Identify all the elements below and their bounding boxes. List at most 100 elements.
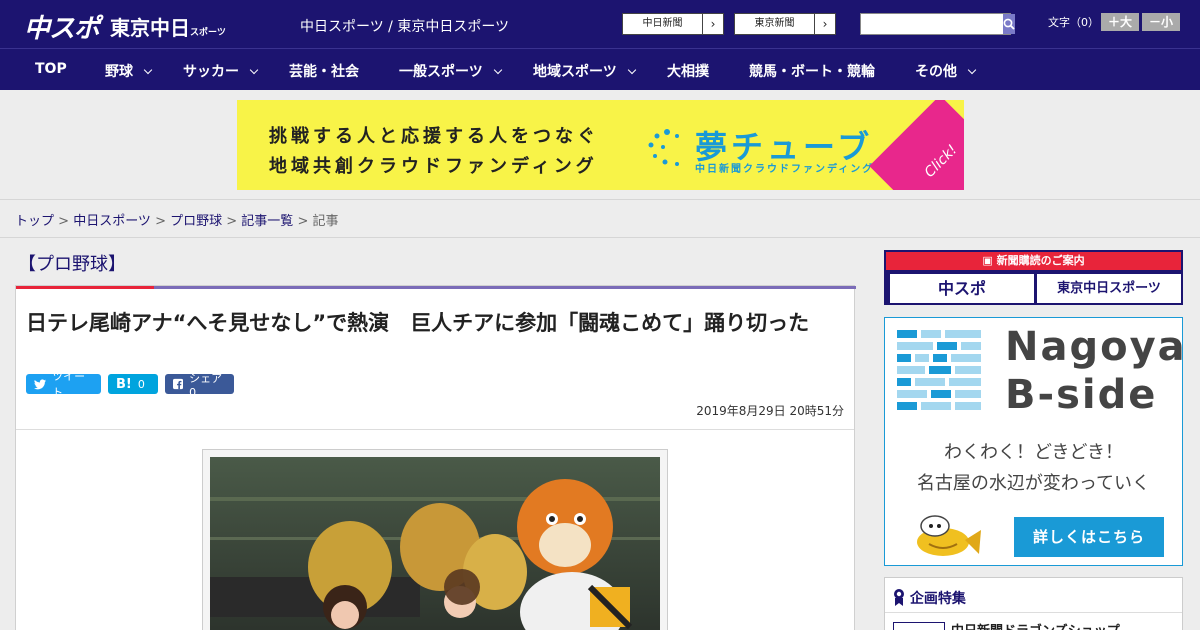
breadcrumb-article-list[interactable]: 記事一覧 — [241, 214, 293, 229]
dots-logo-icon — [648, 129, 679, 166]
feature-divider — [885, 612, 1182, 613]
breadcrumb-sep: > — [54, 214, 74, 229]
article-top-bar-accent — [16, 286, 154, 289]
tweet-label: ツイート — [52, 370, 86, 399]
subscription-header-label: 新聞購読のご案内 — [996, 254, 1085, 267]
chevron-down-icon — [967, 65, 977, 75]
breadcrumb-chuspo[interactable]: 中日スポーツ — [73, 214, 151, 229]
click-label: Click! — [921, 141, 961, 181]
nav-label: 芸能・社会 — [289, 64, 359, 80]
nav-item-entertainment[interactable]: 芸能・社会 — [289, 61, 359, 81]
search-button[interactable] — [1003, 14, 1015, 34]
bside-grid-logo-icon — [897, 330, 981, 410]
hatena-count: 0 — [137, 377, 145, 391]
font-size-label: 文字（0） — [1048, 16, 1099, 29]
article-category: 【プロ野球】 — [18, 254, 126, 275]
nav-label: 野球 — [105, 64, 133, 80]
feature-thumbnail[interactable] — [893, 622, 945, 630]
ext-link-label: 中日新聞 — [623, 14, 703, 34]
subscribe-chuspo-button[interactable]: 中スポ — [890, 274, 1034, 303]
feature-header-label: 企画特集 — [909, 591, 966, 607]
nav-item-sumo[interactable]: 大相撲 — [667, 61, 709, 81]
hatena-icon: B! — [116, 376, 132, 392]
bside-more-button[interactable]: 詳しくはこちら — [1014, 517, 1164, 557]
search-box — [860, 13, 1015, 35]
article-photo-frame — [202, 449, 668, 630]
chuspo-logo[interactable]: 中スポ — [24, 8, 100, 45]
feature-header: 企画特集 — [893, 588, 966, 608]
nav-label: 地域スポーツ — [533, 64, 617, 80]
chevron-down-icon — [143, 65, 153, 75]
chevron-down-icon — [249, 65, 259, 75]
bside-title-line2: B-side — [1005, 372, 1158, 418]
chunichi-shimbun-link[interactable]: 中日新聞 › — [622, 13, 724, 35]
twitter-bird-icon — [34, 378, 47, 389]
facebook-share-button[interactable]: シェア 0 — [165, 372, 234, 399]
nav-item-soccer[interactable]: サッカー — [183, 61, 259, 81]
article-title: 日テレ尾崎アナ“へそ見せなし”で熱演 巨人チアに参加「闘魂こめて」踊り切った — [26, 311, 810, 335]
bside-copy-line2: 名古屋の水辺が変わっていく — [916, 473, 1151, 494]
nav-label: 競馬・ボート・競輪 — [749, 64, 875, 80]
nav-item-top[interactable]: TOP — [35, 61, 67, 77]
subscription-header: ▣ 新聞購読のご案内 — [886, 252, 1181, 270]
chevron-right-icon: › — [822, 17, 828, 31]
breadcrumb-sep: > — [150, 214, 171, 229]
facebook-share-label: シェア 0 — [189, 371, 223, 399]
nav-item-racing[interactable]: 競馬・ボート・競輪 — [749, 61, 875, 81]
banner-area: 挑戦する人と応援する人をつなぐ 地域共創クラウドファンディング 夢チューブ 中日… — [0, 90, 1200, 200]
breadcrumb-top[interactable]: トップ — [15, 214, 54, 229]
article-divider — [16, 429, 854, 430]
breadcrumb: トップ > 中日スポーツ > プロ野球 > 記事一覧 > 記事 — [0, 200, 1200, 238]
tweet-button[interactable]: ツイート — [26, 370, 101, 399]
nagoya-bside-ad[interactable]: Nagoya B-side わくわく！どきどき！ 名古屋の水辺が変わっていく 詳… — [884, 317, 1185, 566]
crowdfunding-banner[interactable]: 挑戦する人と応援する人をつなぐ 地域共創クラウドファンディング 夢チューブ 中日… — [237, 100, 964, 190]
nav-label: 大相撲 — [667, 64, 709, 80]
chevron-right-icon: › — [710, 17, 716, 31]
search-input[interactable] — [861, 14, 1003, 34]
breadcrumb-sep: > — [293, 214, 313, 229]
chevron-down-icon — [493, 65, 502, 75]
cheerleaders-mascot-photo — [210, 457, 660, 630]
nav-label: サッカー — [183, 64, 239, 80]
site-name[interactable]: 中日スポーツ / 東京中日スポーツ — [300, 16, 509, 36]
feature-item[interactable]: 中日新聞ドラゴンズショップ — [951, 620, 1120, 630]
chevron-down-icon — [627, 65, 636, 75]
article-photo[interactable] — [210, 457, 660, 630]
header-bar: 中スポ 東京中日スポーツ 中日スポーツ / 東京中日スポーツ 中日新聞 › 東京… — [0, 0, 1200, 48]
nav-item-other[interactable]: その他 — [915, 61, 977, 81]
facebook-icon — [173, 378, 184, 390]
bside-copy-line1: わくわく！どきどき！ — [944, 442, 1123, 463]
article-date: 2019年8月29日 20時51分 — [696, 404, 844, 418]
ext-link-label: 東京新聞 — [735, 14, 815, 34]
font-smaller-button[interactable]: －小 — [1142, 13, 1180, 31]
ribbon-icon — [894, 589, 904, 606]
banner-line1: 挑戦する人と応援する人をつなぐ — [269, 126, 599, 147]
shachihoko-mascot-icon — [917, 515, 981, 556]
nav-item-local-sports[interactable]: 地域スポーツ — [533, 61, 636, 81]
font-larger-button[interactable]: ＋大 — [1101, 13, 1139, 31]
banner-brand-sub: 中日新聞クラウドファンディング — [695, 164, 875, 175]
subscribe-tokyo-button[interactable]: 東京中日スポーツ — [1037, 274, 1181, 303]
nav-label: その他 — [915, 64, 957, 80]
breadcrumb-sep: > — [222, 214, 242, 229]
newspaper-icon: ▣ — [982, 254, 997, 267]
bside-title-line1: Nagoya — [1005, 324, 1187, 370]
main-nav: TOP 野球 サッカー 芸能・社会 一般スポーツ 地域スポーツ 大相撲 競馬・ボ… — [0, 48, 1200, 90]
nav-item-general-sports[interactable]: 一般スポーツ — [399, 61, 502, 81]
feature-section: 企画特集 中日新聞ドラゴンズショップ — [884, 577, 1183, 630]
nav-item-baseball[interactable]: 野球 — [105, 61, 153, 81]
nav-label: TOP — [35, 61, 67, 77]
tokyo-chunichi-logo[interactable]: 東京中日スポーツ — [110, 12, 226, 41]
search-icon — [1003, 18, 1015, 30]
article-card: 日テレ尾崎アナ“へそ見せなし”で熱演 巨人チアに参加「闘魂こめて」踊り切った ツ… — [15, 285, 856, 630]
banner-line2: 地域共創クラウドファンディング — [269, 156, 598, 177]
tokyo-logo-small: スポーツ — [190, 28, 226, 38]
breadcrumb-pro-baseball[interactable]: プロ野球 — [170, 214, 222, 229]
nav-label: 一般スポーツ — [399, 64, 483, 80]
article-top-bar — [16, 286, 856, 289]
tokyo-shimbun-link[interactable]: 東京新聞 › — [734, 13, 836, 35]
breadcrumb-current: 記事 — [312, 214, 339, 229]
hatena-bookmark-button[interactable]: B! 0 — [108, 374, 158, 394]
tokyo-logo-text: 東京中日 — [110, 16, 190, 40]
subscription-box: ▣ 新聞購読のご案内 中スポ 東京中日スポーツ — [884, 250, 1183, 305]
